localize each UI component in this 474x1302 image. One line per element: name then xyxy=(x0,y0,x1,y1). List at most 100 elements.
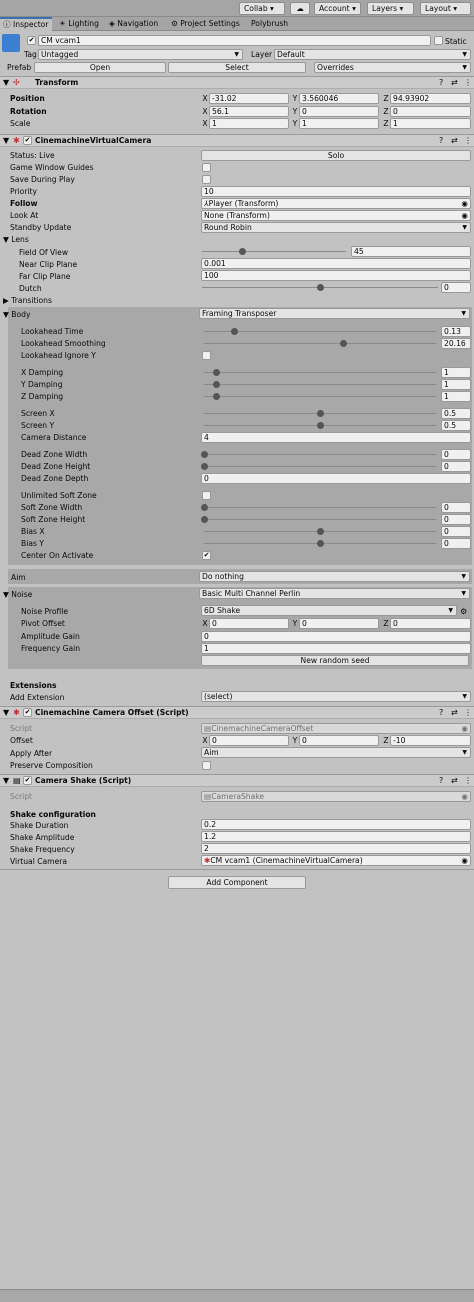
bias-x-slider-handle[interactable] xyxy=(317,528,324,535)
noise-foldout[interactable]: ▼ Noise xyxy=(3,589,32,600)
frequency-gain-field[interactable]: 1 xyxy=(201,643,471,654)
body-foldout[interactable]: ▼ Body xyxy=(3,309,30,320)
vcam-header[interactable]: ▼ ✱ ✔ CinemachineVirtualCamera ? ⇄ ⋮ xyxy=(0,134,474,147)
more-menu-icon[interactable]: ⋮ xyxy=(464,707,472,718)
tab-inspector[interactable]: ⓘ Inspector xyxy=(0,17,52,31)
bias-y-slider[interactable] xyxy=(204,540,436,547)
far-clip-field[interactable]: 100 xyxy=(201,270,471,281)
lookahead-smoothing-field[interactable]: 20.16 xyxy=(441,338,471,349)
noise-profile-dropdown[interactable]: 6D Shake ▼ xyxy=(201,605,457,616)
rotation-x-field[interactable]: 56.1 xyxy=(209,106,289,117)
z-damping-slider[interactable] xyxy=(204,393,436,400)
more-menu-icon[interactable]: ⋮ xyxy=(464,775,472,786)
cloud-icon[interactable]: ☁ xyxy=(290,2,310,15)
dead-zone-height-slider[interactable] xyxy=(201,463,436,470)
screen-y-field[interactable]: 0.5 xyxy=(441,420,471,431)
collab-button[interactable]: Collab ▾ xyxy=(239,2,285,15)
position-y-field[interactable]: 3.560046 xyxy=(299,93,379,104)
tab-project-settings[interactable]: ⚙ Project Settings xyxy=(168,17,242,31)
dutch-slider-handle[interactable] xyxy=(317,284,324,291)
object-picker-icon[interactable]: ◉ xyxy=(461,211,468,220)
more-menu-icon[interactable]: ⋮ xyxy=(464,77,472,88)
screen-y-slider-handle[interactable] xyxy=(317,422,324,429)
more-menu-icon[interactable]: ⋮ xyxy=(464,135,472,146)
lookahead-time-field[interactable]: 0.13 xyxy=(441,326,471,337)
pivot-y-field[interactable]: 0 xyxy=(299,618,379,629)
scale-z-field[interactable]: 1 xyxy=(390,118,471,129)
soft-zone-height-slider-handle[interactable] xyxy=(201,516,208,523)
tab-lighting[interactable]: ☀ Lighting xyxy=(56,17,102,31)
preserve-composition-checkbox[interactable] xyxy=(202,761,211,770)
lookahead-time-slider[interactable] xyxy=(204,328,436,335)
preset-icon[interactable]: ⇄ xyxy=(451,77,458,88)
shake-amplitude-field[interactable]: 1.2 xyxy=(201,831,471,842)
lens-foldout[interactable]: ▼ Lens xyxy=(3,234,29,245)
soft-zone-width-slider-handle[interactable] xyxy=(201,504,208,511)
fov-slider[interactable] xyxy=(202,248,346,255)
look-at-field[interactable]: None (Transform) ◉ xyxy=(201,210,471,221)
fov-field[interactable]: 45 xyxy=(351,246,471,257)
add-extension-dropdown[interactable]: (select) ▼ xyxy=(201,691,471,702)
soft-zone-height-field[interactable]: 0 xyxy=(441,514,471,525)
screen-y-slider[interactable] xyxy=(204,422,436,429)
soft-zone-width-slider[interactable] xyxy=(201,504,436,511)
static-checkbox[interactable] xyxy=(434,36,443,45)
bias-x-field[interactable]: 0 xyxy=(441,526,471,537)
game-window-guides-checkbox[interactable] xyxy=(202,163,211,172)
priority-field[interactable]: 10 xyxy=(201,186,471,197)
unlimited-soft-zone-checkbox[interactable] xyxy=(202,491,211,500)
follow-field[interactable]: ⅄Player (Transform) ◉ xyxy=(201,198,471,209)
help-icon[interactable]: ? xyxy=(439,707,443,718)
dead-zone-height-slider-handle[interactable] xyxy=(201,463,208,470)
apply-after-dropdown[interactable]: Aim ▼ xyxy=(201,747,471,758)
offset-y-field[interactable]: 0 xyxy=(299,735,379,746)
add-component-button[interactable]: Add Component xyxy=(168,876,306,889)
z-damping-field[interactable]: 1 xyxy=(441,391,471,402)
pivot-z-field[interactable]: 0 xyxy=(390,618,471,629)
z-damping-slider-handle[interactable] xyxy=(212,393,220,400)
active-checkbox[interactable]: ✔ xyxy=(27,36,36,45)
tab-navigation[interactable]: ◈ Navigation xyxy=(106,17,164,31)
dead-zone-width-field[interactable]: 0 xyxy=(441,449,471,460)
position-z-field[interactable]: 94.93902 xyxy=(390,93,471,104)
new-random-seed-button[interactable]: New random seed xyxy=(201,655,469,666)
dead-zone-height-field[interactable]: 0 xyxy=(441,461,471,472)
prefab-open-button[interactable]: Open xyxy=(34,62,166,73)
bias-x-slider[interactable] xyxy=(204,528,436,535)
camera-offset-header[interactable]: ▼ ✱ ✔ Cinemachine Camera Offset (Script)… xyxy=(0,706,474,719)
help-icon[interactable]: ? xyxy=(439,775,443,786)
help-icon[interactable]: ? xyxy=(439,135,443,146)
prefab-overrides-dropdown[interactable]: Overrides ▼ xyxy=(314,62,471,73)
x-damping-slider[interactable] xyxy=(204,369,436,376)
tag-dropdown[interactable]: Untagged ▼ xyxy=(38,49,243,60)
screen-x-slider[interactable] xyxy=(204,410,436,417)
x-damping-slider-handle[interactable] xyxy=(212,369,220,376)
preset-icon[interactable]: ⇄ xyxy=(451,707,458,718)
object-picker-icon[interactable]: ◉ xyxy=(461,199,468,208)
lookahead-smoothing-slider[interactable] xyxy=(204,340,436,347)
fov-slider-handle[interactable] xyxy=(239,248,247,255)
dutch-slider[interactable] xyxy=(202,284,438,291)
body-dropdown[interactable]: Framing Transposer ▼ xyxy=(199,308,470,319)
scale-y-field[interactable]: 1 xyxy=(299,118,379,129)
prefab-select-button[interactable]: Select xyxy=(168,62,306,73)
near-clip-field[interactable]: 0.001 xyxy=(201,258,471,269)
screen-x-field[interactable]: 0.5 xyxy=(441,408,471,419)
camera-distance-field[interactable]: 4 xyxy=(201,432,471,443)
rotation-z-field[interactable]: 0 xyxy=(390,106,471,117)
component-enabled-checkbox[interactable]: ✔ xyxy=(23,708,32,717)
noise-dropdown[interactable]: Basic Multi Channel Perlin ▼ xyxy=(199,588,470,599)
object-name-field[interactable]: CM vcam1 xyxy=(38,35,431,46)
preset-icon[interactable]: ⇄ xyxy=(451,775,458,786)
dead-zone-width-slider[interactable] xyxy=(201,451,436,458)
y-damping-slider-handle[interactable] xyxy=(212,381,220,388)
account-button[interactable]: Account ▾ xyxy=(314,2,361,15)
pivot-x-field[interactable]: 0 xyxy=(209,618,289,629)
layer-dropdown[interactable]: Default ▼ xyxy=(274,49,471,60)
shake-frequency-field[interactable]: 2 xyxy=(201,843,471,854)
solo-button[interactable]: Solo xyxy=(201,150,471,161)
standby-update-dropdown[interactable]: Round Robin ▼ xyxy=(201,222,471,233)
soft-zone-height-slider[interactable] xyxy=(201,516,436,523)
position-x-field[interactable]: -31.02 xyxy=(209,93,289,104)
help-icon[interactable]: ? xyxy=(439,77,443,88)
